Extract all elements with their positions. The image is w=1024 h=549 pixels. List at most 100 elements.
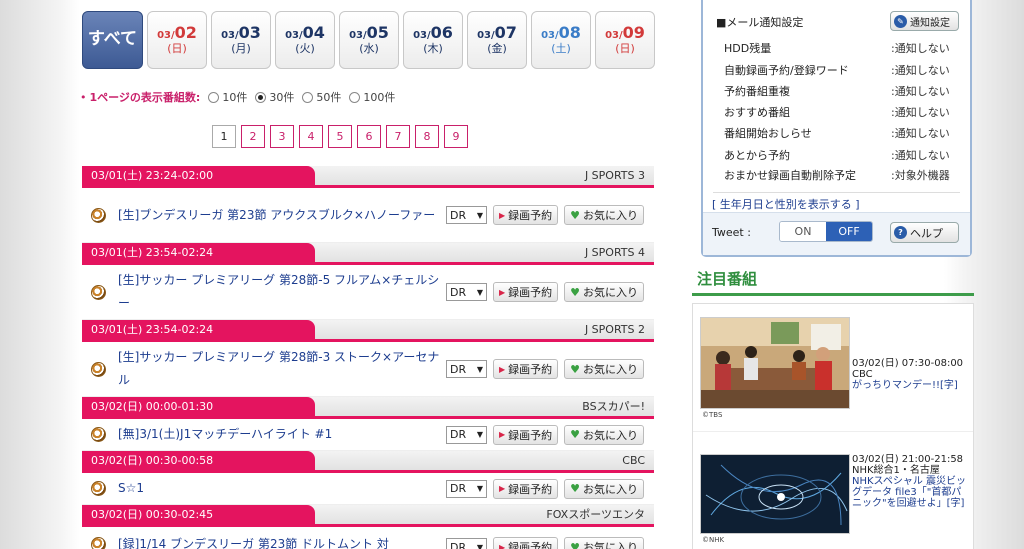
per-page-option[interactable]: 100件	[349, 89, 395, 105]
favorite-button[interactable]: ♥ お気に入り	[564, 424, 645, 445]
featured-title-link[interactable]: がっちりマンデー!![字]	[852, 380, 970, 391]
program-title-link[interactable]: S☆1	[118, 477, 448, 500]
tab-date-day: 03/04	[285, 23, 325, 43]
program-thumbnail[interactable]: ©TBS	[700, 317, 850, 419]
tab-date[interactable]: 03/05 (水)	[339, 11, 399, 69]
tab-date-day: 03/02	[157, 23, 197, 43]
program-title-link[interactable]: [生]ブンデスリーガ 第23節 アウクスブルク×ハノーファー	[118, 204, 448, 227]
quality-select[interactable]: DR ▼	[446, 538, 487, 549]
program-body: [生]サッカー プレミアリーグ 第28節-5 フルアム×チェルシー DR ▼ ▶ 録…	[82, 265, 654, 320]
page-link[interactable]: 4	[299, 125, 323, 148]
tab-date-dow: (水)	[359, 41, 379, 55]
program-channel: BSスカパー!	[582, 400, 645, 413]
program-title-link[interactable]: [生]サッカー プレミアリーグ 第28節-5 フルアム×チェルシー	[118, 269, 448, 315]
tab-all-label: すべて	[87, 29, 138, 50]
program-channel: J SPORTS 2	[584, 323, 645, 336]
heart-icon: ♥	[570, 285, 581, 299]
tab-date-day: 03/07	[477, 23, 517, 43]
tab-date[interactable]: 03/04 (火)	[275, 11, 335, 69]
radio-icon	[302, 91, 314, 103]
favorite-button[interactable]: ♥ お気に入り	[564, 359, 645, 379]
tweet-toggle[interactable]: ON OFF	[779, 221, 873, 242]
program-body: [無]3/1(土)J1マッチデーハイライト #1 DR ▼ ▶ 録画予約 ♥ お気に入…	[82, 419, 654, 451]
program-title-link[interactable]: [生]サッカー プレミアリーグ 第28節-3 ストーク×アーセナル	[118, 346, 448, 392]
record-button[interactable]: ▶ 録画予約	[493, 478, 559, 499]
tweet-settings: Tweet : ON OFF ? ヘルプ	[703, 212, 970, 255]
record-button[interactable]: ▶ 録画予約	[493, 282, 559, 302]
heart-icon: ♥	[570, 362, 581, 376]
program-header: 03/02(日) 00:30-00:58 CBC	[82, 451, 654, 473]
record-button[interactable]: ▶ 録画予約	[493, 359, 559, 379]
featured-channel: CBC	[852, 369, 873, 380]
date-tabs: すべて 03/02 (日) 03/03 (月) 03/04 (火) 03/05 …	[82, 11, 655, 69]
notification-row: 自動録画予約/登録ワード:通知しない	[724, 64, 950, 77]
favorite-button[interactable]: ♥ お気に入り	[564, 478, 645, 499]
featured-title-link[interactable]: NHKスペシャル 震災ビッグデータ file3「"首都パニック"を回避せよ」[字…	[852, 476, 970, 509]
toggle-off-option[interactable]: OFF	[826, 222, 872, 241]
tab-date-dow: (日)	[615, 41, 635, 55]
soccer-ball-icon	[91, 481, 106, 496]
page-link[interactable]: 9	[444, 125, 468, 148]
tab-date[interactable]: 03/06 (木)	[403, 11, 463, 69]
heart-icon: ♥	[570, 482, 581, 495]
help-icon: ?	[894, 226, 907, 239]
page-link[interactable]: 2	[241, 125, 265, 148]
pagination: 1 2 3 4 5 6 7 8 9	[212, 125, 468, 148]
favorite-button[interactable]: ♥ お気に入り	[564, 205, 645, 225]
play-icon: ▶	[499, 484, 506, 493]
toggle-on-option[interactable]: ON	[780, 222, 826, 241]
page-link[interactable]: 7	[386, 125, 410, 148]
program-header: 03/02(日) 00:00-01:30 BSスカパー!	[82, 397, 654, 419]
soccer-ball-icon	[91, 427, 106, 442]
tab-all[interactable]: すべて	[82, 11, 143, 69]
notification-row: 番組開始おしらせ:通知しない	[724, 127, 950, 140]
featured-underline	[692, 293, 974, 296]
page-current: 1	[212, 125, 236, 148]
page-link[interactable]: 3	[270, 125, 294, 148]
notification-row: HDD残量:通知しない	[724, 42, 950, 55]
tab-date[interactable]: 03/08 (土)	[531, 11, 591, 69]
show-birthday-link[interactable]: [ 生年月日と性別を表示する ]	[712, 196, 860, 212]
record-button[interactable]: ▶ 録画予約	[493, 205, 559, 225]
play-icon: ▶	[499, 210, 506, 220]
program-thumbnail[interactable]: ©NHK	[700, 454, 850, 544]
per-page-option-selected[interactable]: 30件	[255, 89, 294, 105]
chevron-down-icon: ▼	[476, 287, 483, 297]
page-link[interactable]: 5	[328, 125, 352, 148]
chevron-down-icon: ▼	[476, 430, 483, 439]
quality-select[interactable]: DR ▼	[446, 479, 487, 498]
tab-date[interactable]: 03/03 (月)	[211, 11, 271, 69]
help-button[interactable]: ? ヘルプ	[890, 222, 959, 243]
quality-select[interactable]: DR ▼	[446, 425, 487, 444]
heart-icon: ♥	[570, 540, 581, 549]
program-channel: FOXスポーツエンタ	[546, 508, 645, 521]
tab-date[interactable]: 03/02 (日)	[147, 11, 207, 69]
program-title-link[interactable]: [録]1/14 ブンデスリーガ 第23節 ドルトムント 対	[118, 533, 448, 549]
copyright-text: ©TBS	[702, 411, 723, 419]
featured-time: 03/02(日) 07:30-08:00	[852, 358, 964, 369]
favorite-button[interactable]: ♥ お気に入り	[564, 537, 645, 549]
tab-date[interactable]: 03/07 (金)	[467, 11, 527, 69]
program-item: 03/02(日) 00:00-01:30 BSスカパー! [無]3/1(土)J1…	[82, 397, 654, 451]
tab-date-day: 03/08	[541, 23, 581, 43]
tab-date-dow: (土)	[551, 41, 571, 55]
soccer-ball-icon	[91, 284, 106, 300]
per-page-option[interactable]: 10件	[208, 89, 247, 105]
program-title-link[interactable]: [無]3/1(土)J1マッチデーハイライト #1	[118, 423, 448, 446]
record-button[interactable]: ▶ 録画予約	[493, 424, 559, 445]
favorite-button[interactable]: ♥ お気に入り	[564, 282, 645, 302]
radio-icon	[208, 91, 220, 103]
page-link[interactable]: 6	[357, 125, 381, 148]
play-icon: ▶	[499, 287, 506, 297]
tab-date-day: 03/05	[349, 23, 389, 43]
page-link[interactable]: 8	[415, 125, 439, 148]
soccer-ball-icon	[91, 207, 106, 223]
tab-date[interactable]: 03/09 (日)	[595, 11, 655, 69]
quality-select[interactable]: DR ▼	[446, 206, 487, 224]
quality-select[interactable]: DR ▼	[446, 283, 487, 301]
per-page-option[interactable]: 50件	[302, 89, 341, 105]
data-map-image	[701, 455, 849, 533]
quality-select[interactable]: DR ▼	[446, 360, 487, 378]
record-button[interactable]: ▶ 録画予約	[493, 537, 559, 549]
notification-settings-button[interactable]: ✎ 通知設定	[890, 11, 959, 31]
